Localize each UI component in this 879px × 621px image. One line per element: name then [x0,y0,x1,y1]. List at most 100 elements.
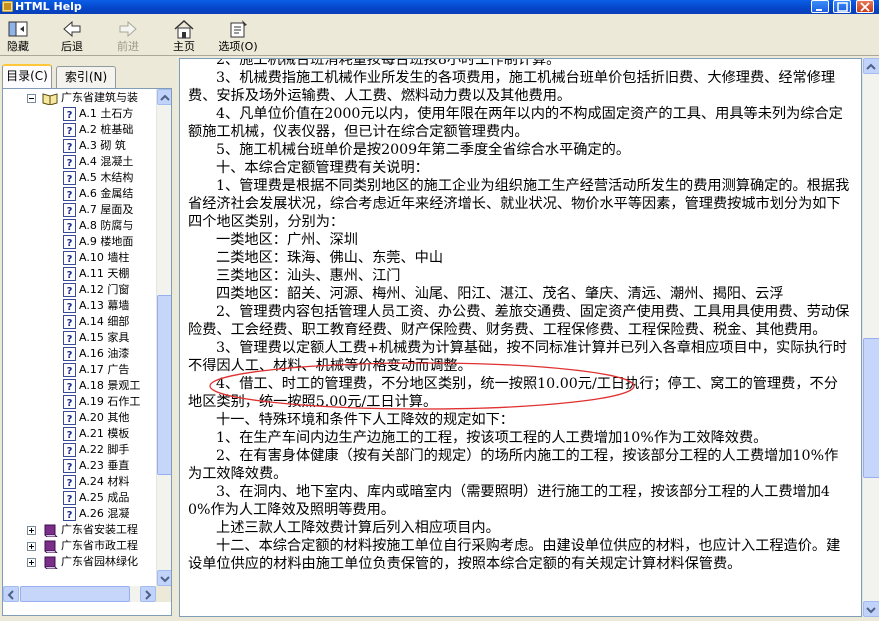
scroll-up-button[interactable] [157,89,171,105]
scroll-down-button[interactable] [157,570,171,586]
open-book-icon [42,93,58,105]
back-label: 后退 [61,40,83,53]
tree-node-label: A.26 混凝 [79,507,130,520]
tree-topic-item[interactable]: ? A.24 材料 [63,474,129,490]
tab-index[interactable]: 索引(N) [56,66,116,88]
tree-node-label: A.19 石作工 [79,395,141,408]
tree-topic-item[interactable]: ? A.6 金属结 [63,186,133,202]
svg-text:?: ? [67,174,73,185]
tree-topic-item[interactable]: ? A.10 墙柱 [63,250,129,266]
tree-node-label: 广东省园林绿化 [61,555,138,568]
content-scroll-up-button[interactable] [863,58,879,74]
tree-topic-item[interactable]: ? A.21 模板 [63,426,129,442]
tree-topic-item[interactable]: ? A.25 成品 [63,490,129,506]
options-label: 选项(O) [218,40,258,53]
toolbar: 隐藏 后退 前进 主页 选项(O) [0,14,879,56]
tree-node-label: 广东省建筑与装 [61,91,138,104]
scroll-left-button[interactable] [3,586,19,602]
svg-text:?: ? [67,302,73,313]
tree-topic-item[interactable]: ? A.20 其他 [63,410,129,426]
tree-topic-item[interactable]: ? A.4 混凝土 [63,154,133,170]
tree-topic-item[interactable]: ? A.19 石作工 [63,394,140,410]
hscroll-thumb[interactable] [20,586,130,602]
contents-tree[interactable]: 广东省建筑与装? A.1 土石方? A.2 桩基础? A.3 砌 筑? A.4 混凝土?… [3,89,156,586]
tree-topic-item[interactable]: ? A.2 桩基础 [63,122,133,138]
topic-document: 2、施工机械台班消耗量按每台班按8小时工作制计算。 3、机械费指施工机械作业所发生… [188,59,850,573]
svg-text:?: ? [67,190,73,201]
tree-horizontal-scrollbar[interactable] [3,586,156,602]
tab-contents[interactable]: 目录(C) [2,64,52,88]
home-button[interactable]: 主页 [164,16,204,56]
tree-topic-item[interactable]: ? A.17 广告 [63,362,129,378]
tree-book-item[interactable]: 广东省安装工程 [27,522,138,538]
scroll-right-button[interactable] [140,586,156,602]
tree-topic-item[interactable]: ? A.3 砌 筑 [63,138,126,154]
tree-topic-item[interactable]: ? A.7 屋面及 [63,202,133,218]
content-vertical-scrollbar[interactable] [862,58,879,617]
tree-topic-item[interactable]: ? A.9 楼地面 [63,234,133,250]
tree-topic-item[interactable]: ? A.22 脚手 [63,442,129,458]
hide-button[interactable]: 隐藏 [0,16,36,56]
tree-node-label: A.1 土石方 [79,107,134,120]
tree-node-label: A.7 屋面及 [79,203,134,216]
tree-topic-item[interactable]: ? A.16 油漆 [63,346,129,362]
tree-topic-item[interactable]: ? A.15 家具 [63,330,129,346]
topic-content-pane[interactable]: 2、施工机械台班消耗量按每台班按8小时工作制计算。 3、机械费指施工机械作业所发生… [179,58,862,617]
svg-text:?: ? [67,222,73,233]
chevron-up-icon [866,63,876,70]
topic-paragraph: 5、施工机械台班单价是按2009年第二季度全省综合水平确定的。 [216,142,631,158]
forward-label: 前进 [117,40,139,53]
forward-button[interactable]: 前进 [108,16,148,56]
tree-book-root[interactable]: 广东省建筑与装 [27,90,138,106]
help-page-icon: ? [63,395,76,409]
scroll-thumb[interactable] [157,295,171,475]
help-page-icon: ? [63,475,76,489]
help-page-icon: ? [63,427,76,441]
tree-book-item[interactable]: 广东省市政工程 [27,538,138,554]
svg-text:?: ? [67,334,73,345]
help-page-icon: ? [63,459,76,473]
contents-tree-panel: 广东省建筑与装? A.1 土石方? A.2 桩基础? A.3 砌 筑? A.4 混凝土?… [2,88,172,616]
tree-node-label: A.24 材料 [79,475,130,488]
scroll-corner [156,586,171,602]
svg-text:?: ? [67,350,73,361]
tree-topic-item[interactable]: ? A.12 门窗 [63,282,129,298]
tree-topic-item[interactable]: ? A.23 垂直 [63,458,129,474]
collapse-icon[interactable] [27,94,36,103]
title-bar[interactable]: HTML Help [0,0,879,14]
chevron-right-icon [145,590,152,600]
options-button[interactable]: 选项(O) [212,16,264,56]
tree-topic-item[interactable]: ? A.1 土石方 [63,106,133,122]
help-page-icon: ? [63,283,76,297]
tree-topic-item[interactable]: ? A.26 混凝 [63,506,129,522]
svg-text:?: ? [67,414,73,425]
maximize-button[interactable] [833,0,851,13]
help-page-icon: ? [63,107,76,121]
back-button[interactable]: 后退 [52,16,92,56]
close-button[interactable] [856,0,874,13]
expand-icon[interactable] [27,526,36,535]
tree-vertical-scrollbar[interactable] [156,89,171,586]
closed-book-icon [44,524,58,537]
minimize-button[interactable] [811,0,829,13]
expand-icon[interactable] [27,558,36,567]
tree-topic-item[interactable]: ? A.11 天棚 [63,266,129,282]
tree-topic-item[interactable]: ? A.5 木结构 [63,170,133,186]
content-scroll-thumb[interactable] [863,338,879,478]
chevron-down-icon [160,576,170,583]
topic-paragraph: 十、本综合定额管理费有关说明： [216,160,429,176]
tree-topic-item[interactable]: ? A.13 幕墙 [63,298,129,314]
svg-text:?: ? [67,430,73,441]
help-page-icon: ? [63,171,76,185]
chevron-down-icon [866,607,876,614]
tree-node-label: A.21 模板 [79,427,130,440]
expand-icon[interactable] [27,542,36,551]
svg-text:?: ? [67,462,73,473]
tree-topic-item[interactable]: ? A.8 防腐与 [63,218,133,234]
help-page-icon: ? [63,379,76,393]
content-scroll-down-button[interactable] [863,601,879,617]
tree-topic-item[interactable]: ? A.18 景观工 [63,378,140,394]
tree-book-item[interactable]: 广东省园林绿化 [27,554,138,570]
navigation-pane: 索引(N) 目录(C) 广东省建筑与装? A.1 土石方? A.2 桩基础? A.3 … [0,58,176,617]
tree-topic-item[interactable]: ? A.14 细部 [63,314,129,330]
